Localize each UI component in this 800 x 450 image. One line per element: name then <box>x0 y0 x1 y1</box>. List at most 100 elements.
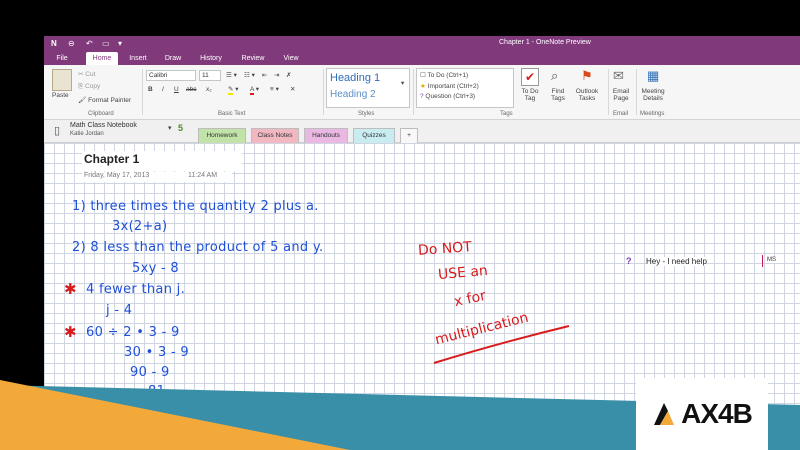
meetings-group-label: Meetings <box>640 111 665 117</box>
annotation-line-3: x for <box>452 287 488 311</box>
clear-format-icon[interactable]: ✗ <box>286 71 291 79</box>
answer-3: j - 4 <box>106 303 133 318</box>
dropdown-icon[interactable]: ▾ <box>118 39 122 48</box>
clipboard-group-label: Clipboard <box>88 111 114 117</box>
ribbon-tabs: File Home Insert Draw History Review Vie… <box>44 51 800 65</box>
tab-home[interactable]: Home <box>86 52 118 65</box>
tag-question[interactable]: ? Question (Ctrl+3) <box>420 93 475 100</box>
dock-icon[interactable]: ▭ <box>102 39 110 48</box>
cut-button[interactable]: ✂ Cut <box>78 70 95 78</box>
align-icon[interactable]: ≡ ▾ <box>270 85 279 93</box>
font-name-select[interactable]: Calibri <box>146 70 196 81</box>
brush-icon: 🖌 <box>78 97 89 104</box>
notebook-name[interactable]: Math Class Notebook <box>70 122 137 129</box>
italic-button[interactable]: I <box>162 86 164 93</box>
notebook-dropdown-icon[interactable]: ▾ <box>168 124 172 132</box>
font-size-select[interactable]: 11 <box>199 70 221 81</box>
author-marker <box>762 255 763 267</box>
bullets-icon[interactable]: ☰ ▾ <box>226 71 237 79</box>
copy-button[interactable]: ⎘ Copy <box>78 83 100 91</box>
onenote-window: N ⊖ ↶ ▭ ▾ Chapter 1 - OneNote Preview Fi… <box>44 36 800 406</box>
flag-icon[interactable]: ⚑ <box>581 68 593 84</box>
notebook-icon: ▯ <box>54 125 61 137</box>
help-note[interactable]: Hey - I need help <box>646 257 707 266</box>
todo-tag-button[interactable]: To Do Tag <box>518 88 542 102</box>
tab-view[interactable]: View <box>280 52 302 65</box>
divider <box>142 69 143 115</box>
checkbox-icon: ☐ <box>420 72 428 79</box>
section-tab-homework[interactable]: Homework <box>198 128 246 143</box>
todo-tag-icon[interactable]: ✔ <box>521 68 539 86</box>
bold-button[interactable]: B <box>148 86 153 93</box>
erase-format-icon[interactable]: ✕ <box>290 85 295 93</box>
tag-important[interactable]: ★ Important (Ctrl+2) <box>420 82 479 90</box>
back-icon[interactable]: ⊖ <box>68 39 75 48</box>
annotation-underline <box>433 325 570 364</box>
section-tab-quizzes[interactable]: Quizzes <box>353 128 395 143</box>
tab-draw[interactable]: Draw <box>162 52 184 65</box>
problem-4: 60 ÷ 2 • 3 - 9 <box>86 325 180 340</box>
step-4a: 30 • 3 - 9 <box>124 345 189 360</box>
divider <box>608 69 609 115</box>
red-star-mark: ✱ <box>64 281 77 298</box>
red-star-mark: ✱ <box>64 324 77 341</box>
find-tags-icon[interactable]: ⌕ <box>551 68 558 84</box>
subscript-button[interactable]: x₂ <box>206 86 212 93</box>
email-icon[interactable]: ✉ <box>613 68 624 84</box>
styles-gallery[interactable]: Heading 1 Heading 2 <box>326 68 410 108</box>
note-page[interactable]: Chapter 1 Friday, May 17, 2013 11:24 AM … <box>44 143 800 406</box>
email-group-label: Email <box>613 111 629 117</box>
copy-icon: ⎘ <box>78 83 86 90</box>
tags-group-label: Tags <box>500 111 513 117</box>
paste-button[interactable]: Paste <box>52 92 69 99</box>
strikethrough-button[interactable]: abc <box>186 86 196 93</box>
page-title[interactable]: Chapter 1 <box>84 152 139 166</box>
tab-file[interactable]: File <box>52 52 72 65</box>
styles-group-label: Styles <box>358 111 375 117</box>
onenote-logo-icon: N <box>51 39 57 48</box>
paste-icon[interactable] <box>52 69 72 91</box>
highlight-icon[interactable]: ✎ ▾ <box>228 85 239 95</box>
page-date: Friday, May 17, 2013 <box>84 172 150 179</box>
tags-gallery[interactable]: ☐ To Do (Ctrl+1) ★ Important (Ctrl+2) ? … <box>416 68 514 108</box>
section-tab-handouts[interactable]: Handouts <box>304 128 348 143</box>
brand-logo: AX4B <box>636 378 768 450</box>
author-initials: MS <box>767 257 776 263</box>
problem-2: 2) 8 less than the product of 5 and y. <box>72 240 324 255</box>
ribbon: Paste ✂ Cut ⎘ Copy 🖌 Format Painter Clip… <box>44 65 800 120</box>
find-tags-button[interactable]: Find Tags <box>547 88 569 102</box>
indent-icon[interactable]: ⇥ <box>274 71 279 79</box>
format-painter-button[interactable]: 🖌 Format Painter <box>78 96 131 104</box>
tab-review[interactable]: Review <box>239 52 267 65</box>
problem-3: 4 fewer than j. <box>86 282 186 297</box>
outdent-icon[interactable]: ⇤ <box>262 71 267 79</box>
notebook-bar: ▯ Math Class Notebook Katie Jordan ▾ 5 H… <box>44 120 800 143</box>
heading-2-style[interactable]: Heading 2 <box>330 89 376 100</box>
window-title: Chapter 1 - OneNote Preview <box>499 39 591 46</box>
font-color-icon[interactable]: A ▾ <box>250 85 259 95</box>
step-4b: 90 - 9 <box>130 365 170 380</box>
tab-insert[interactable]: Insert <box>126 52 150 65</box>
underline-button[interactable]: U <box>174 86 179 93</box>
outlook-tasks-button[interactable]: Outlook Tasks <box>572 88 602 102</box>
styles-more-icon[interactable]: ▾ <box>401 79 404 87</box>
section-tab-class-notes[interactable]: Class Notes <box>251 128 299 143</box>
heading-1-style[interactable]: Heading 1 <box>330 72 380 84</box>
tab-history[interactable]: History <box>196 52 226 65</box>
brand-logo-mark <box>654 403 675 425</box>
tag-todo[interactable]: ☐ To Do (Ctrl+1) <box>420 71 468 79</box>
meeting-details-icon[interactable]: ▦ <box>647 68 659 84</box>
notebook-owner: Katie Jordan <box>70 131 104 137</box>
sync-status-icon: 5 <box>178 123 184 133</box>
undo-icon[interactable]: ↶ <box>86 39 93 48</box>
email-page-button[interactable]: Email Page <box>610 88 632 102</box>
brand-logo-text: AX4B <box>681 398 753 429</box>
meeting-details-button[interactable]: Meeting Details <box>638 88 668 102</box>
numbering-icon[interactable]: ☷ ▾ <box>244 71 255 79</box>
add-section-button[interactable]: + <box>400 128 418 143</box>
divider <box>636 69 637 115</box>
problem-1: 1) three times the quantity 2 plus a. <box>72 199 319 214</box>
annotation-line-2: USE an <box>437 262 489 284</box>
title-bar: N ⊖ ↶ ▭ ▾ Chapter 1 - OneNote Preview <box>44 36 800 51</box>
divider <box>413 69 414 115</box>
